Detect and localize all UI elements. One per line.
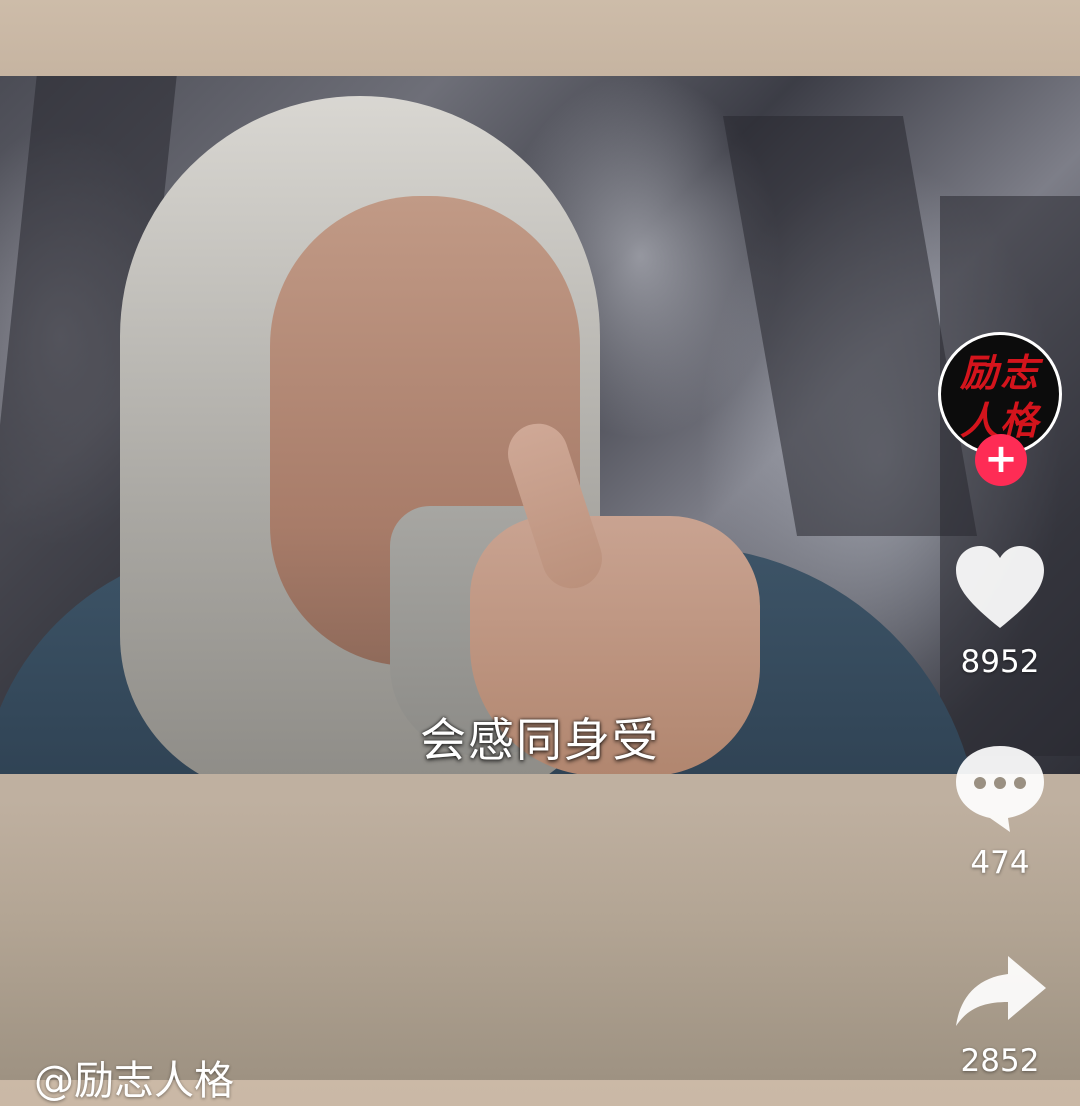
share-icon[interactable] xyxy=(950,946,1050,1046)
author-handle[interactable]: @励志人格 xyxy=(34,1048,234,1106)
video-player[interactable]: 会感同身受 xyxy=(0,76,1080,774)
share-count: 2852 xyxy=(960,1043,1040,1079)
comment-icon[interactable] xyxy=(950,738,1050,838)
like-count: 8952 xyxy=(960,644,1040,680)
plus-icon: + xyxy=(984,436,1018,482)
top-background-band xyxy=(0,0,1080,76)
comment-count: 474 xyxy=(970,845,1030,881)
video-subtitle: 会感同身受 xyxy=(420,713,660,767)
rock-shadow xyxy=(722,116,978,536)
avatar-logo-text: 励志 人格 xyxy=(959,350,1040,443)
heart-icon[interactable] xyxy=(950,540,1050,640)
follow-button[interactable]: + xyxy=(975,434,1027,486)
